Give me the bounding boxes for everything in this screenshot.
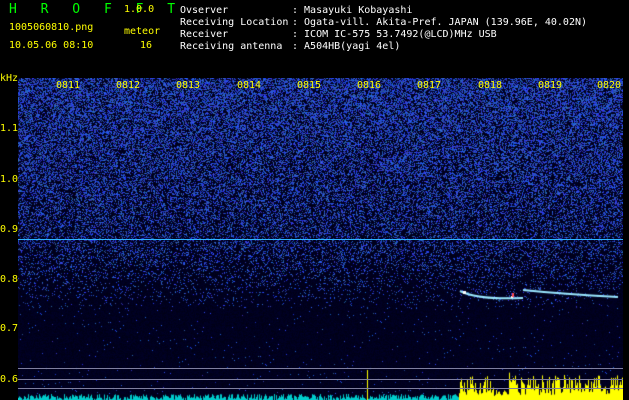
x-tick-0819: 0819	[538, 80, 563, 91]
meteor-count: 16	[140, 40, 153, 51]
level-line-lower	[18, 388, 623, 389]
meteor-label: meteor	[124, 26, 161, 37]
y-tick-1.1: 1.1	[0, 123, 19, 134]
x-tick-0813: 0813	[176, 80, 201, 91]
info-key-antenna: Receiving antenna	[180, 41, 283, 52]
info-value-observer: : Masayuki Kobayashi	[292, 5, 413, 16]
app-name: H R O F F T	[9, 2, 184, 17]
info-key-location: Receiving Location	[180, 17, 289, 28]
x-tick-0814: 0814	[237, 80, 262, 91]
x-tick-0815: 0815	[297, 80, 322, 91]
app-version: 1.0.0	[124, 4, 155, 15]
info-key-receiver: Receiver	[180, 29, 229, 40]
file-datetime: 10.05.06 08:10	[9, 40, 94, 51]
x-tick-0811: 0811	[56, 80, 81, 91]
x-tick-0812: 0812	[116, 80, 141, 91]
axis-unit: kHz	[0, 73, 19, 84]
info-key-observer: Ovserver	[180, 5, 229, 16]
info-value-antenna: : A504HB(yagi 4el)	[292, 41, 401, 52]
info-value-location: : Ogata-vill. Akita-Pref. JAPAN (139.96E…	[292, 17, 588, 28]
level-line-upper	[18, 368, 623, 369]
y-tick-0.8: 0.8	[0, 274, 19, 285]
y-tick-0.9: 0.9	[0, 224, 19, 235]
file-name: 1005060810.png	[9, 22, 94, 33]
y-tick-0.6: 0.6	[0, 374, 19, 385]
x-tick-0820: 0820	[597, 80, 622, 91]
x-tick-0817: 0817	[417, 80, 442, 91]
x-tick-0818: 0818	[478, 80, 503, 91]
info-value-receiver: : ICOM IC-575 53.7492(@LCD)MHz USB	[292, 29, 497, 40]
y-tick-0.7: 0.7	[0, 323, 19, 334]
level-line-mid	[18, 379, 623, 380]
carrier-line	[18, 239, 623, 240]
x-tick-0816: 0816	[357, 80, 382, 91]
y-tick-1.0: 1.0	[0, 174, 19, 185]
